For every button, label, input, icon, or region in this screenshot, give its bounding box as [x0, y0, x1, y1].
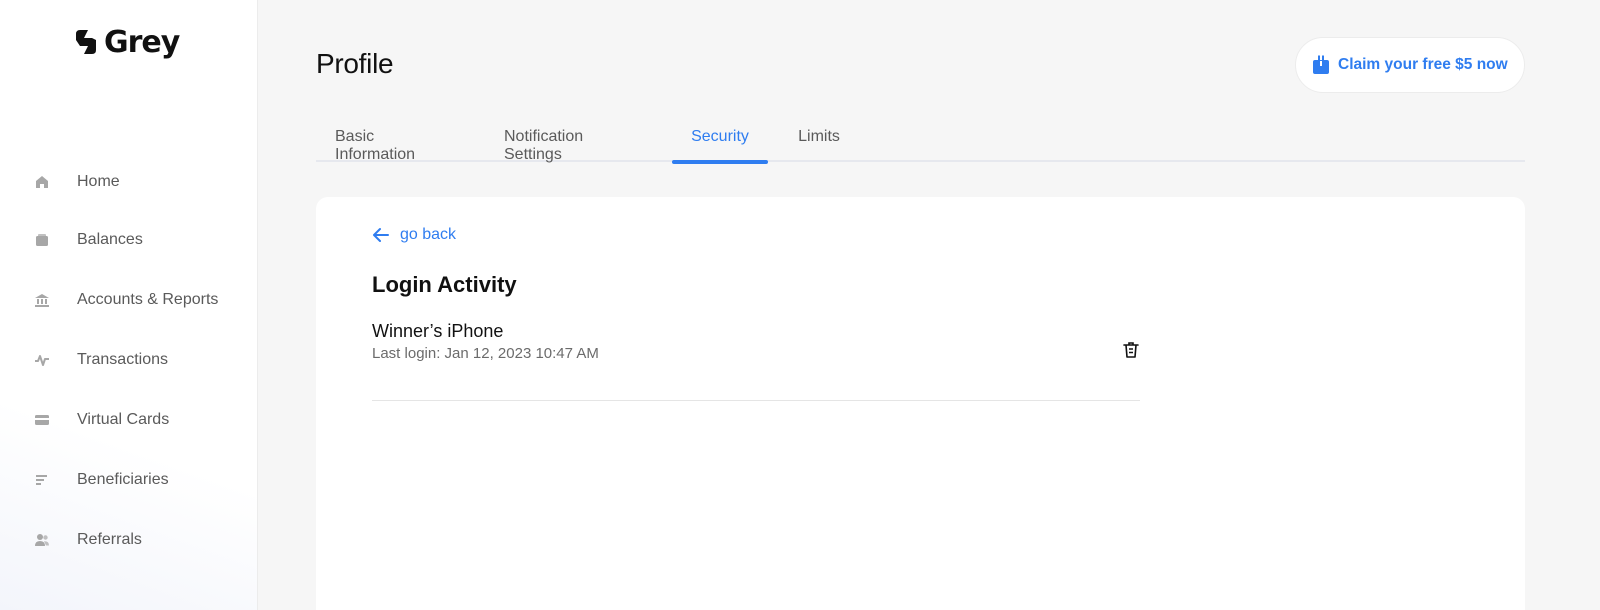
grey-logo-icon	[76, 30, 96, 54]
profile-tabs: Basic Information Notification Settings …	[316, 118, 1525, 164]
sidebar-item-balances[interactable]: Balances	[34, 226, 254, 254]
sidebar-item-label: Beneficiaries	[77, 471, 169, 488]
sidebar-item-referrals[interactable]: Referrals	[34, 526, 254, 554]
device-name: Winner’s iPhone	[372, 321, 504, 341]
tab-limits[interactable]: Limits	[797, 118, 841, 162]
tab-security[interactable]: Security	[672, 118, 768, 164]
sidebar-item-label: Transactions	[77, 351, 168, 368]
sidebar-item-virtual-cards[interactable]: Virtual Cards	[34, 406, 254, 434]
sidebar-item-label: Referrals	[77, 531, 142, 548]
tab-basic-information[interactable]: Basic Information	[335, 118, 455, 163]
sidebar-item-accounts-reports[interactable]: Accounts & Reports	[34, 286, 254, 314]
device-last-login: Last login: Jan 12, 2023 10:47 AM	[372, 345, 599, 362]
trash-icon	[1123, 342, 1139, 358]
tab-notification-settings[interactable]: Notification Settings	[504, 118, 643, 163]
gift-icon	[1313, 55, 1329, 74]
card-icon	[34, 412, 50, 428]
sidebar-item-label: Balances	[77, 231, 143, 248]
sidebar-item-label: Home	[77, 173, 120, 190]
sidebar: Grey Home Balances Accounts & Reports Tr…	[0, 0, 258, 610]
users-icon	[34, 532, 50, 548]
sidebar-item-transactions[interactable]: Transactions	[34, 346, 254, 374]
activity-icon	[34, 352, 50, 368]
section-title: Login Activity	[372, 272, 517, 297]
bank-icon	[34, 292, 50, 308]
brand-name: Grey	[104, 24, 180, 60]
promo-label: Claim your free $5 now	[1338, 56, 1508, 73]
logo[interactable]: Grey	[72, 22, 180, 62]
claim-promo-button[interactable]: Claim your free $5 now	[1295, 37, 1525, 93]
arrow-left-icon	[373, 228, 389, 242]
sidebar-item-label: Virtual Cards	[77, 411, 170, 428]
sidebar-item-home[interactable]: Home	[34, 168, 254, 196]
wallet-icon	[34, 232, 50, 248]
device-row: Winner’s iPhone Last login: Jan 12, 2023…	[372, 321, 1140, 401]
app: Grey Home Balances Accounts & Reports Tr…	[0, 0, 1600, 610]
remove-device-button[interactable]	[1121, 339, 1141, 361]
home-icon	[34, 174, 50, 190]
login-activity-card: go back Login Activity Winner’s iPhone L…	[316, 197, 1525, 610]
go-back-label: go back	[400, 226, 457, 243]
sidebar-item-beneficiaries[interactable]: Beneficiaries	[34, 466, 254, 494]
list-icon	[34, 472, 50, 488]
go-back-link[interactable]: go back	[372, 226, 456, 244]
page-title: Profile	[316, 48, 394, 79]
sidebar-item-label: Accounts & Reports	[77, 291, 219, 308]
